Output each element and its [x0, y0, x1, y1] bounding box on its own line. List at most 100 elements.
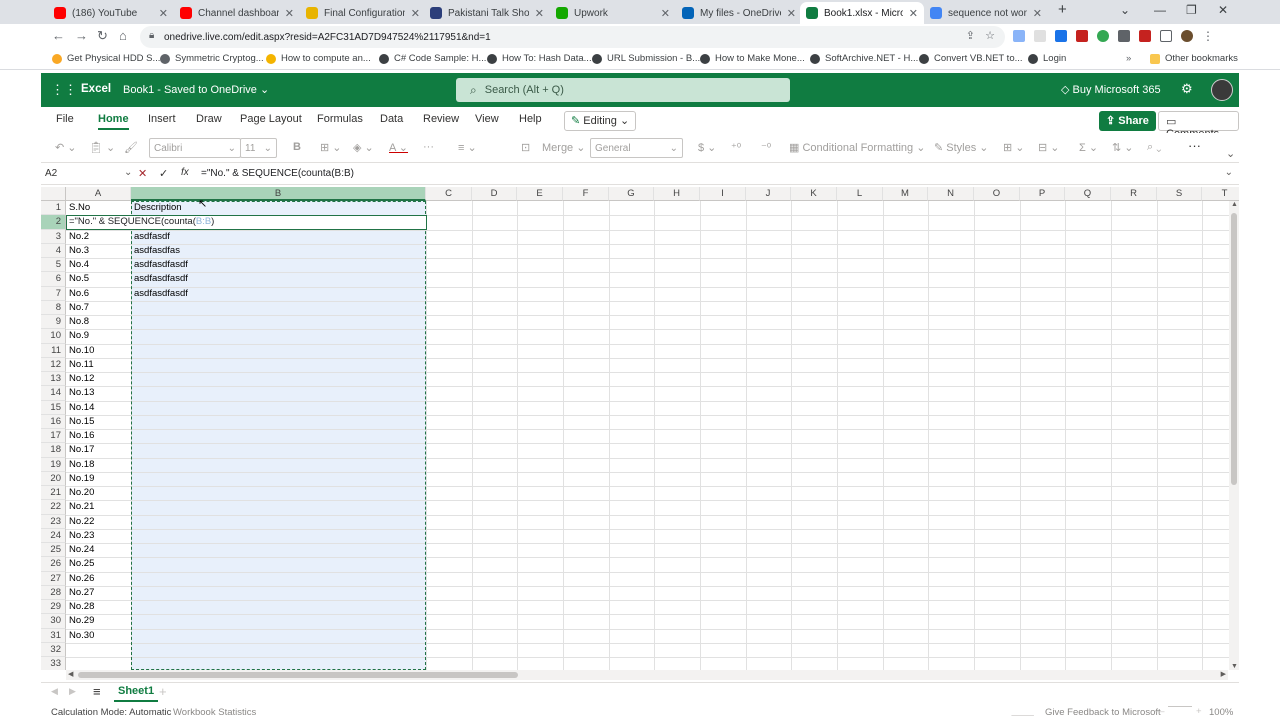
decrease-decimal-icon[interactable]: ⁻⁰: [761, 141, 771, 154]
browser-tab[interactable]: Book1.xlsx - Microsc ✕: [800, 2, 924, 24]
tab-search-icon[interactable]: ⌄: [1120, 3, 1130, 17]
ribbon-tab-formulas[interactable]: Formulas: [317, 113, 363, 125]
more-font-options-icon[interactable]: ···: [423, 141, 434, 153]
ribbon-tab-help[interactable]: Help: [519, 113, 542, 125]
extension-icon[interactable]: [1034, 30, 1046, 42]
bookmark-item[interactable]: Get Physical HDD S...: [52, 53, 160, 64]
browser-tab[interactable]: Upwork ✕: [550, 2, 676, 24]
column-header-k[interactable]: K: [791, 187, 837, 201]
horizontal-scrollbar[interactable]: ◀ ▶: [66, 670, 1228, 680]
column-header-j[interactable]: J: [746, 187, 791, 201]
fill-color-icon[interactable]: ◈ ⌄: [353, 141, 374, 154]
format-painter-icon[interactable]: 🖌︎: [124, 141, 138, 154]
browser-tab[interactable]: Final Configuration S ✕: [300, 2, 426, 24]
buy-microsoft-365-link[interactable]: ◇ Buy Microsoft 365: [1061, 83, 1161, 96]
cell-a[interactable]: No.21: [66, 500, 131, 514]
cell-a[interactable]: No.25: [66, 557, 131, 571]
number-format-dropdown[interactable]: General ⌄: [590, 138, 683, 158]
row-header[interactable]: 1: [41, 201, 66, 216]
insert-cells-icon[interactable]: ⊞ ⌄: [1003, 141, 1025, 154]
row-header[interactable]: 26: [41, 557, 66, 572]
scroll-right-icon[interactable]: ▶: [1221, 670, 1226, 678]
prev-sheet-icon[interactable]: ◀: [51, 686, 58, 697]
app-launcher-icon[interactable]: ⋮⋮: [51, 82, 77, 98]
browser-tab[interactable]: Pakistani Talk Shows ✕: [424, 2, 550, 24]
row-header[interactable]: 16: [41, 414, 66, 429]
document-title[interactable]: Book1 - Saved to OneDrive ⌄: [123, 83, 269, 96]
enter-icon[interactable]: ✓: [159, 167, 168, 180]
row-header[interactable]: 7: [41, 286, 66, 301]
vertical-scroll-thumb[interactable]: [1231, 213, 1237, 485]
cell-a[interactable]: No.5: [66, 272, 131, 286]
column-header-e[interactable]: E: [517, 187, 563, 201]
wrap-icon[interactable]: ⊡: [521, 141, 530, 154]
close-tab-icon[interactable]: ✕: [159, 7, 168, 20]
column-header-b[interactable]: B: [131, 187, 426, 201]
cell-a[interactable]: No.8: [66, 315, 131, 329]
comments-button[interactable]: ▭ Comments: [1158, 111, 1239, 140]
bookmark-item[interactable]: Symmetric Cryptog...: [160, 53, 264, 64]
row-header[interactable]: 15: [41, 400, 66, 415]
view-mode-icon[interactable]: ⸻: [1011, 707, 1034, 721]
increase-decimal-icon[interactable]: ⁺⁰: [731, 141, 741, 154]
row-header[interactable]: 6: [41, 272, 66, 287]
share-button[interactable]: ⇪ Share: [1099, 111, 1156, 131]
cell-a[interactable]: No.19: [66, 472, 131, 486]
ribbon-tab-data[interactable]: Data: [380, 113, 403, 125]
cell-a[interactable]: No.29: [66, 614, 131, 628]
name-box[interactable]: A2: [45, 168, 57, 179]
formula-input[interactable]: ="No." & SEQUENCE(counta(B:B): [201, 168, 354, 179]
browser-tab[interactable]: My files - OneDrive ✕: [676, 2, 802, 24]
calculation-mode[interactable]: Calculation Mode: Automatic: [51, 707, 171, 718]
bookmark-item[interactable]: SoftArchive.NET - H...: [810, 53, 918, 64]
close-tab-icon[interactable]: ✕: [411, 7, 420, 20]
back-icon[interactable]: ←: [52, 28, 65, 43]
scroll-up-icon[interactable]: ▲: [1231, 201, 1238, 208]
extension-icon[interactable]: [1055, 30, 1067, 42]
extension-icon[interactable]: [1013, 30, 1025, 42]
row-header[interactable]: 17: [41, 429, 66, 444]
extension-icon[interactable]: [1097, 30, 1109, 42]
feedback-link[interactable]: Give Feedback to Microsoft: [1045, 707, 1161, 718]
currency-icon[interactable]: $ ⌄: [698, 141, 716, 154]
cell-a[interactable]: No.22: [66, 515, 131, 529]
borders-icon[interactable]: ⊞ ⌄: [320, 141, 342, 154]
cell-a[interactable]: No.10: [66, 344, 131, 358]
cell-a[interactable]: No.13: [66, 386, 131, 400]
bold-icon[interactable]: B: [293, 141, 301, 153]
bookmark-item[interactable]: C# Code Sample: H...: [379, 53, 486, 64]
row-header[interactable]: 20: [41, 471, 66, 486]
more-commands-icon[interactable]: ···: [1188, 138, 1201, 153]
row-header[interactable]: 21: [41, 486, 66, 501]
column-header-a[interactable]: A: [66, 187, 131, 201]
row-header[interactable]: 2: [41, 215, 66, 230]
horizontal-scroll-thumb[interactable]: [78, 672, 518, 678]
row-header[interactable]: 14: [41, 386, 66, 401]
column-header-p[interactable]: P: [1020, 187, 1065, 201]
cell-a[interactable]: No.9: [66, 329, 131, 343]
column-header-r[interactable]: R: [1111, 187, 1157, 201]
undo-icon[interactable]: ↶ ⌄: [55, 141, 77, 154]
font-name-dropdown[interactable]: Calibri ⌄: [149, 138, 241, 158]
cell-a[interactable]: No.18: [66, 458, 131, 472]
row-header[interactable]: 29: [41, 600, 66, 615]
profile-avatar[interactable]: [1181, 30, 1193, 42]
row-header[interactable]: 30: [41, 614, 66, 629]
column-header-o[interactable]: O: [974, 187, 1020, 201]
workbook-statistics[interactable]: Workbook Statistics: [173, 707, 256, 718]
select-all-corner[interactable]: [41, 187, 66, 201]
share-page-icon[interactable]: ⇪: [966, 29, 975, 42]
bookmark-item[interactable]: How To: Hash Data...: [487, 53, 592, 64]
app-name[interactable]: Excel: [81, 83, 111, 95]
browser-tab[interactable]: Channel dashboard - ✕: [174, 2, 300, 24]
browser-tab[interactable]: sequence not workin ✕: [924, 2, 1048, 24]
add-sheet-icon[interactable]: +: [159, 684, 167, 699]
sort-filter-icon[interactable]: ⇅ ⌄: [1112, 141, 1134, 154]
row-header[interactable]: 32: [41, 642, 66, 657]
column-header-m[interactable]: M: [883, 187, 928, 201]
new-tab-button[interactable]: +: [1058, 1, 1067, 18]
other-bookmarks[interactable]: Other bookmarks: [1150, 53, 1238, 64]
address-bar[interactable]: 🔒︎ onedrive.live.com/edit.aspx?resid=A2F…: [140, 26, 1005, 48]
close-tab-icon[interactable]: ✕: [535, 7, 544, 20]
row-header[interactable]: 27: [41, 571, 66, 586]
